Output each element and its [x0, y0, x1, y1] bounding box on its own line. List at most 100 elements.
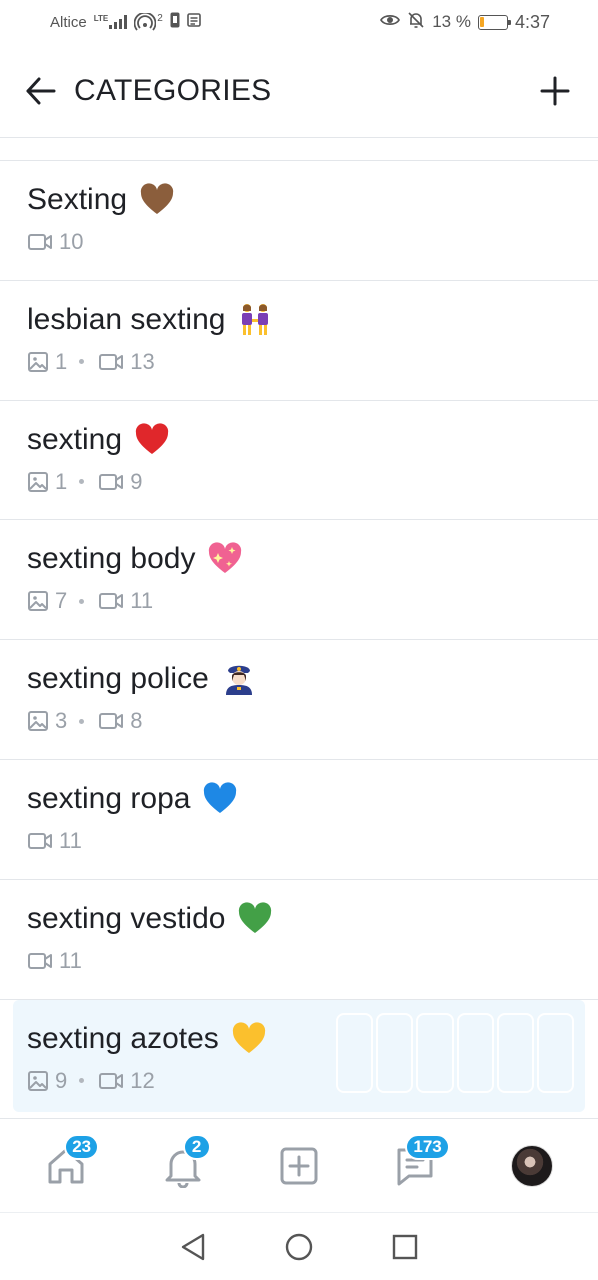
hotspot-count: 2 [157, 13, 163, 24]
video-icon [99, 713, 124, 730]
add-category-button[interactable] [538, 74, 572, 108]
nav-home[interactable]: 23 [34, 1133, 100, 1198]
image-count-group: 1 [27, 349, 67, 375]
plus-square-icon [280, 1147, 318, 1184]
category-item[interactable]: Sexting 10 [0, 161, 598, 281]
category-meta: 11 [27, 947, 571, 975]
battery-percent: 13 % [432, 12, 471, 31]
hotspot-icon: 2 [134, 13, 163, 31]
media-slot [336, 1012, 374, 1093]
notification-icon [186, 12, 201, 32]
category-name: Sexting [27, 183, 128, 216]
category-meta: 10 [27, 228, 571, 256]
video-count: 13 [130, 348, 155, 374]
image-icon [28, 591, 48, 612]
sim-icon [170, 12, 180, 33]
video-count-group: 11 [98, 588, 153, 614]
category-meta: 11 [27, 827, 571, 855]
app-header: CATEGORIES [0, 44, 598, 138]
status-right: 13 % 4:37 [380, 11, 550, 34]
video-count: 11 [59, 827, 82, 853]
media-slot [496, 1012, 534, 1093]
image-icon [28, 471, 48, 492]
battery-fill [480, 17, 484, 27]
system-back-button[interactable] [173, 1227, 213, 1267]
sparkling-heart-icon [209, 542, 242, 574]
category-title-row: sexting body [27, 540, 571, 578]
image-count-group: 1 [27, 469, 67, 495]
green-heart-icon [239, 902, 272, 933]
back-button[interactable] [26, 76, 56, 106]
clock: 4:37 [514, 11, 550, 32]
triangle-back-icon [181, 1233, 205, 1260]
nav-messages[interactable]: 173 [383, 1133, 450, 1198]
system-home-button[interactable] [279, 1227, 319, 1267]
video-icon [28, 952, 52, 969]
category-item[interactable]: sexting body 7 11 [0, 520, 598, 641]
mute-bell-icon [407, 11, 425, 34]
system-recents-button[interactable] [385, 1227, 425, 1267]
two-women-holding-hands-icon [242, 303, 269, 335]
video-count: 12 [130, 1067, 155, 1093]
category-item[interactable]: sexting azotes 9 12 [13, 999, 585, 1112]
nav-create[interactable] [267, 1134, 331, 1198]
category-item[interactable]: lesbian sexting 1 13 [0, 281, 598, 401]
arrow-left-icon [26, 77, 56, 104]
video-count: 9 [130, 468, 143, 494]
media-slot [416, 1012, 454, 1093]
page-title: CATEGORIES [74, 73, 272, 107]
video-count: 11 [130, 588, 154, 614]
category-item[interactable]: sexting police 3 8 [0, 640, 598, 760]
separator-dot [79, 598, 85, 604]
nav-profile[interactable] [500, 1134, 564, 1198]
network-type: LTE [93, 14, 109, 23]
category-list: Sexting 10 lesbian sexting 1 13 sexting 1 9 sext… [0, 160, 598, 1120]
notifications-badge: 2 [182, 1133, 211, 1160]
messages-badge: 173 [405, 1133, 450, 1160]
nav-notifications[interactable]: 2 [151, 1133, 215, 1198]
bottom-nav: 23 2 173 [0, 1118, 598, 1212]
media-drop-slots [336, 1012, 575, 1093]
plus-icon [540, 76, 570, 105]
video-count-group: 12 [98, 1067, 155, 1094]
circle-home-icon [285, 1233, 313, 1260]
battery-icon [477, 14, 511, 30]
yellow-heart-icon [232, 1021, 265, 1053]
media-slot [536, 1012, 575, 1093]
category-name: sexting vestido [27, 901, 226, 935]
category-meta: 38 [27, 707, 571, 735]
category-item[interactable]: sexting ropa 11 [0, 760, 598, 880]
category-name: sexting body [27, 542, 196, 576]
separator-dot [79, 718, 85, 724]
category-title-row: sexting [27, 421, 571, 459]
image-count: 1 [55, 348, 68, 374]
category-name: sexting [27, 422, 123, 456]
category-title-row: Sexting [27, 181, 571, 219]
category-item[interactable]: sexting vestido 11 [0, 880, 598, 1000]
image-count-group: 3 [27, 708, 67, 734]
image-count: 7 [55, 588, 68, 614]
image-icon [28, 351, 48, 372]
category-name: sexting ropa [27, 781, 191, 815]
media-slot [456, 1012, 494, 1093]
category-meta: 19 [27, 468, 571, 496]
video-icon [28, 832, 52, 849]
video-icon [99, 353, 124, 370]
blue-heart-icon [204, 782, 237, 813]
category-title-row: lesbian sexting [27, 301, 571, 339]
image-count-group: 9 [27, 1068, 67, 1094]
brown-heart-icon [140, 183, 174, 214]
carrier-name: Altice [50, 13, 87, 31]
video-count: 11 [59, 947, 82, 973]
category-title-row: sexting police [27, 660, 571, 698]
video-count: 10 [59, 229, 84, 254]
category-title-row: sexting vestido [27, 900, 571, 938]
category-name: sexting police [27, 662, 209, 696]
category-name: lesbian sexting [27, 302, 226, 336]
category-item[interactable]: sexting 1 9 [0, 401, 598, 521]
video-count-group: 8 [98, 708, 143, 734]
video-count-group: 13 [98, 348, 155, 375]
separator-dot [79, 479, 85, 485]
image-icon [28, 1070, 48, 1091]
home-badge: 23 [64, 1133, 100, 1160]
